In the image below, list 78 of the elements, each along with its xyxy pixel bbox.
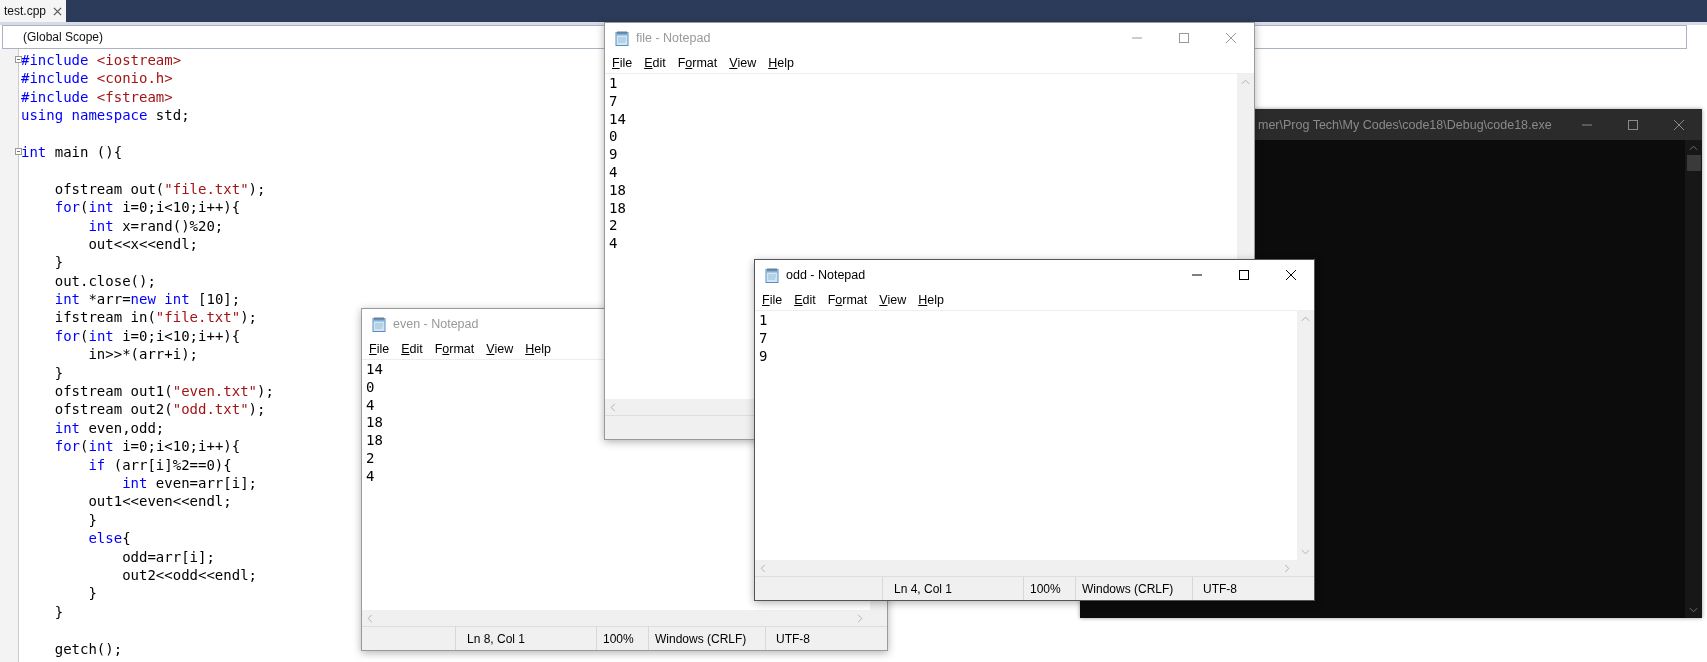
code-line: getch(); xyxy=(53,640,123,657)
code-line: for(int i=0;i<10;i++){ xyxy=(53,327,241,344)
menu-item[interactable]: Help xyxy=(525,342,551,356)
menu-item[interactable]: Format xyxy=(434,342,475,356)
code-line: ofstream out("file.txt"); xyxy=(53,180,266,197)
text-line: 2 xyxy=(366,450,375,468)
cursor-position: Ln 8, Col 1 xyxy=(467,631,526,646)
code-line: for(int i=0;i<10;i++){ xyxy=(53,438,241,455)
menu-item[interactable]: View xyxy=(879,293,907,307)
code-line: in>>*(arr+i); xyxy=(87,346,198,363)
code-line: else{ xyxy=(87,530,131,547)
code-line: out<<x<<endl; xyxy=(87,235,198,252)
menu-item[interactable]: Help xyxy=(768,56,794,70)
menu-item[interactable]: Edit xyxy=(794,293,816,307)
text-line: 4 xyxy=(609,164,618,182)
window-title: file - Notepad xyxy=(636,31,711,45)
text-line: 9 xyxy=(609,146,618,164)
file-tab[interactable]: test.cpp xyxy=(0,0,66,22)
menu-item[interactable]: Help xyxy=(918,293,944,307)
menu-item[interactable]: View xyxy=(729,56,757,70)
code-line: int *arr=new int [10]; xyxy=(53,291,241,308)
code-line: out1<<even<<endl; xyxy=(87,493,232,510)
text-line: 0 xyxy=(609,128,618,147)
text-line: 1 xyxy=(759,312,768,330)
menu-item[interactable]: Format xyxy=(827,293,868,307)
text-line: 0 xyxy=(366,378,375,397)
menu-item[interactable]: File xyxy=(369,342,390,356)
cursor-position: Ln 4, Col 1 xyxy=(894,581,953,596)
code-line: } xyxy=(53,603,64,620)
text-line: 7 xyxy=(759,329,768,348)
code-line: out.close(); xyxy=(53,272,156,289)
text-line: 2 xyxy=(609,217,618,236)
text-line: 18 xyxy=(609,199,626,218)
code-line: } xyxy=(87,585,97,602)
code-line: ofstream out1("even.txt"); xyxy=(53,383,274,400)
menu-item[interactable]: Format xyxy=(677,56,718,70)
code-line: #include <iostream> xyxy=(21,52,182,68)
line-ending: Windows (CRLF) xyxy=(655,631,747,646)
text-line: 4 xyxy=(366,467,375,486)
text-line: 14 xyxy=(366,361,383,379)
encoding: UTF-8 xyxy=(776,631,810,646)
text-line: 18 xyxy=(366,432,383,450)
text-line: 1 xyxy=(609,75,618,93)
code-line: #include <fstream> xyxy=(21,88,173,105)
encoding: UTF-8 xyxy=(1203,581,1237,596)
text-line: 18 xyxy=(366,414,383,433)
code-line: int x=rand()%20; xyxy=(87,217,224,234)
text-line: 7 xyxy=(609,92,618,111)
code-line: if (arr[i]%2==0){ xyxy=(87,456,232,473)
code-line: ifstream in("file.txt"); xyxy=(53,309,257,326)
code-line: out2<<odd<<endl; xyxy=(121,566,257,583)
text-line: 4 xyxy=(609,235,618,253)
code-line: int main (){ xyxy=(21,143,123,160)
menu-item[interactable]: View xyxy=(486,342,514,356)
code-line: int even=arr[i]; xyxy=(121,475,257,491)
code-line: } xyxy=(53,364,64,381)
window-title: even - Notepad xyxy=(393,317,479,331)
code-line: for(int i=0;i<10;i++){ xyxy=(53,199,241,216)
menu-item[interactable]: File xyxy=(612,56,633,70)
code-line: int even,odd; xyxy=(53,419,165,436)
menu-item[interactable]: File xyxy=(762,293,783,307)
code-line: #include <conio.h> xyxy=(21,70,173,87)
code-line: } xyxy=(87,511,97,528)
text-line: 4 xyxy=(366,396,375,415)
zoom-level: 100% xyxy=(603,631,634,646)
menu-item[interactable]: Edit xyxy=(644,56,666,70)
menu-item[interactable]: Edit xyxy=(401,342,423,356)
text-line: 18 xyxy=(609,181,626,200)
window-title: mer\Prog Tech\My Codes\code18\Debug\code18.exe xyxy=(1258,117,1552,132)
line-ending: Windows (CRLF) xyxy=(1082,581,1174,596)
window-title: odd - Notepad xyxy=(786,268,866,282)
code-line: } xyxy=(53,254,64,271)
text-line: 9 xyxy=(759,347,768,366)
zoom-level: 100% xyxy=(1030,581,1061,596)
code-line: ofstream out2("odd.txt"); xyxy=(53,401,266,418)
text-line: 14 xyxy=(609,110,626,129)
code-line: odd=arr[i]; xyxy=(121,548,215,565)
code-line: using namespace std; xyxy=(21,107,190,124)
